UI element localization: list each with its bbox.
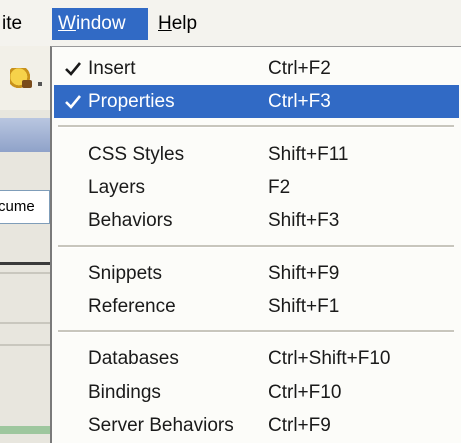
menu-item-shortcut: Ctrl+F3 bbox=[268, 91, 331, 112]
menu-site-label: ite bbox=[2, 13, 23, 34]
divider bbox=[0, 322, 52, 324]
ruler-line bbox=[0, 262, 52, 265]
menu-window[interactable]: Window bbox=[52, 8, 148, 40]
menu-separator bbox=[58, 245, 454, 248]
menu-help-label: elp bbox=[171, 13, 198, 34]
menu-item-bindings[interactable]: Bindings Ctrl+F10 bbox=[54, 376, 459, 409]
menu-item-snippets[interactable]: Snippets Shift+F9 bbox=[54, 257, 459, 290]
menu-item-properties[interactable]: Properties Ctrl+F3 bbox=[54, 85, 459, 118]
panel-title-bar[interactable] bbox=[0, 118, 52, 152]
menu-item-shortcut: Ctrl+Shift+F10 bbox=[268, 348, 391, 369]
status-strip bbox=[0, 426, 52, 434]
background-toolbar bbox=[0, 46, 52, 110]
menu-item-label: Snippets bbox=[88, 263, 162, 284]
insert-tool-icon[interactable] bbox=[10, 68, 32, 90]
menu-bar: ite Window Help bbox=[0, 0, 461, 46]
menu-help[interactable]: Help bbox=[152, 8, 203, 40]
menu-item-insert[interactable]: Insert Ctrl+F2 bbox=[54, 52, 459, 85]
menu-window-label: indow bbox=[75, 13, 126, 34]
menu-site[interactable]: ite bbox=[0, 8, 28, 40]
menu-item-shortcut: Shift+F1 bbox=[268, 296, 340, 317]
menu-item-shortcut: F2 bbox=[268, 177, 291, 198]
menu-item-label: Server Behaviors bbox=[88, 415, 234, 436]
menu-item-server-behaviors[interactable]: Server Behaviors Ctrl+F9 bbox=[54, 409, 459, 442]
menu-item-layers[interactable]: Layers F2 bbox=[54, 171, 459, 204]
menu-item-label: Behaviors bbox=[88, 210, 173, 231]
menu-item-reference[interactable]: Reference Shift+F1 bbox=[54, 290, 459, 323]
menu-item-shortcut: Shift+F9 bbox=[268, 263, 340, 284]
menu-item-shortcut: Ctrl+F2 bbox=[268, 58, 331, 79]
menu-separator bbox=[58, 125, 454, 128]
menu-item-behaviors[interactable]: Behaviors Shift+F3 bbox=[54, 204, 459, 237]
menu-item-shortcut: Ctrl+F10 bbox=[268, 382, 342, 403]
menu-item-databases[interactable]: Databases Ctrl+Shift+F10 bbox=[54, 342, 459, 375]
window-menu-dropdown: Insert Ctrl+F2 Properties Ctrl+F3 CSS St… bbox=[50, 46, 461, 443]
divider bbox=[0, 272, 52, 274]
checkmark-icon bbox=[65, 62, 82, 76]
toolbar-overflow-icon[interactable] bbox=[38, 82, 42, 86]
menu-item-label: Reference bbox=[88, 296, 176, 317]
divider bbox=[0, 344, 52, 346]
menu-item-label: Properties bbox=[88, 91, 175, 112]
menu-item-shortcut: Shift+F3 bbox=[268, 210, 340, 231]
menu-help-mnemonic: H bbox=[158, 13, 172, 34]
menu-item-label: Layers bbox=[88, 177, 146, 198]
menu-window-mnemonic: W bbox=[58, 13, 76, 34]
checkmark-icon bbox=[65, 95, 82, 109]
menu-item-shortcut: Ctrl+F9 bbox=[268, 415, 331, 436]
menu-item-label: CSS Styles bbox=[88, 144, 185, 165]
menu-item-css-styles[interactable]: CSS Styles Shift+F11 bbox=[54, 138, 459, 171]
document-field[interactable]: cume bbox=[0, 190, 50, 224]
menu-separator bbox=[58, 330, 454, 333]
background-workspace: cume bbox=[0, 46, 52, 443]
menu-item-shortcut: Shift+F11 bbox=[268, 144, 349, 165]
menu-item-label: Insert bbox=[88, 58, 136, 79]
menu-item-label: Bindings bbox=[88, 382, 161, 403]
menu-item-label: Databases bbox=[88, 348, 179, 369]
